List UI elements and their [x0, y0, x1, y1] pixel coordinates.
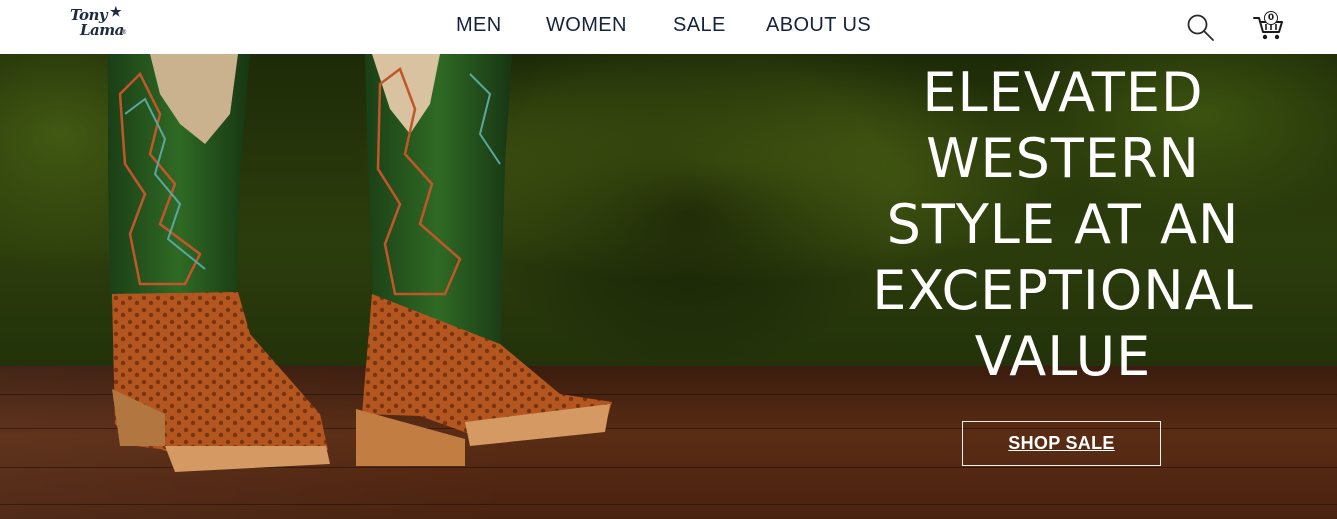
search-icon: [1187, 14, 1214, 41]
main-nav: MEN WOMEN SALE ABOUT US: [0, 0, 1337, 54]
cart-button[interactable]: 0: [1252, 10, 1286, 42]
cart-count-badge: 0: [1264, 11, 1278, 25]
site-header: Tony ★ Lama ® MEN WOMEN SALE ABOUT US 0: [0, 0, 1337, 54]
nav-item-about-us[interactable]: ABOUT US: [766, 14, 871, 37]
nav-item-men[interactable]: MEN: [456, 14, 502, 37]
nav-item-sale[interactable]: SALE: [673, 14, 726, 37]
hero-boots-image: [108, 54, 612, 472]
hero-banner: ELEVATED WESTERN STYLE AT AN EXCEPTIONAL…: [0, 54, 1337, 519]
hero-headline: ELEVATED WESTERN STYLE AT AN EXCEPTIONAL…: [872, 61, 1254, 388]
search-button[interactable]: [1185, 12, 1217, 44]
right-boot: [356, 54, 612, 466]
nav-item-women[interactable]: WOMEN: [546, 14, 627, 37]
left-boot: [108, 54, 330, 472]
shop-sale-button[interactable]: SHOP SALE: [962, 421, 1161, 466]
